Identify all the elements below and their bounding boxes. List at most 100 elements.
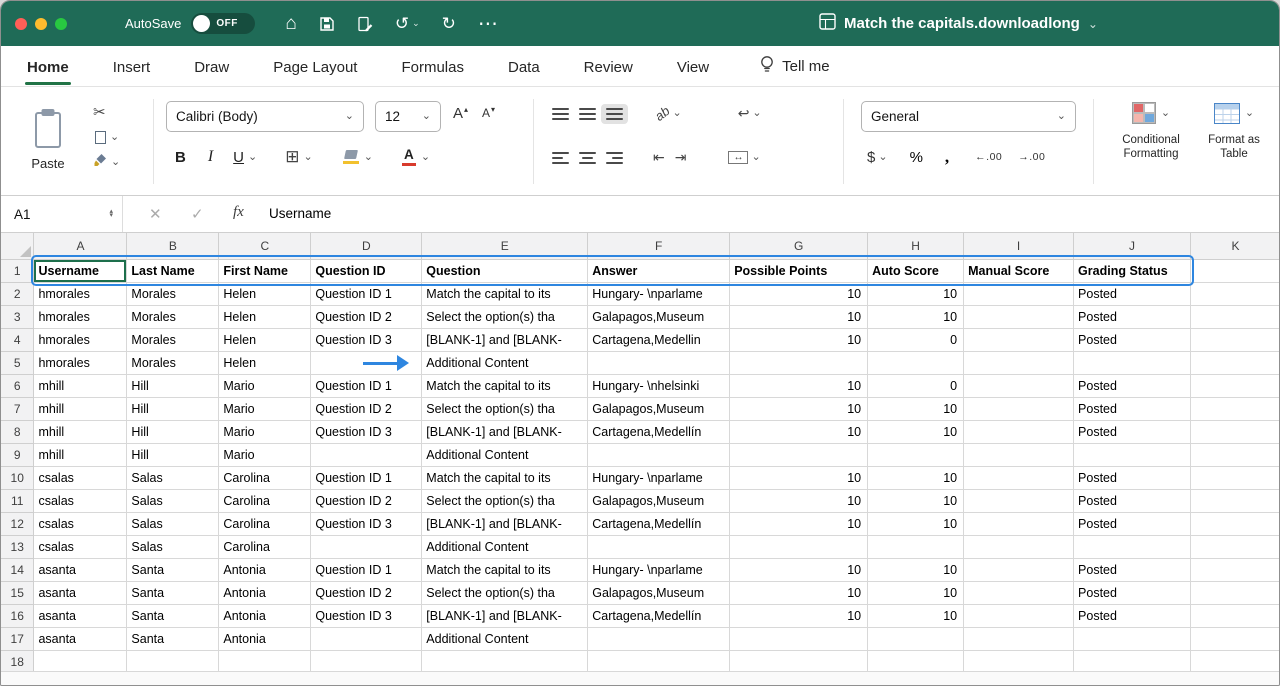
cell-J15[interactable]: Posted [1074,581,1191,604]
cell-K18[interactable] [1191,650,1280,673]
row-header-16[interactable]: 16 [1,604,34,627]
cell-A1[interactable]: Username [34,259,127,282]
cell-F15[interactable]: Galapagos,Museum [588,581,730,604]
row-header-11[interactable]: 11 [1,489,34,512]
align-center-button[interactable] [574,148,601,168]
cell-E12[interactable]: [BLANK-1] and [BLANK- [422,512,588,535]
cell-E6[interactable]: Match the capital to its [422,374,588,397]
column-header-B[interactable]: B [127,233,219,259]
close-window-button[interactable] [15,18,27,30]
cell-A7[interactable]: mhill [34,397,127,420]
cell-I9[interactable] [964,443,1074,466]
cell-I10[interactable] [964,466,1074,489]
cell-H17[interactable] [868,627,964,650]
cell-I16[interactable] [964,604,1074,627]
cell-C2[interactable]: Helen [219,282,311,305]
cell-C12[interactable]: Carolina [219,512,311,535]
cell-J17[interactable] [1074,627,1191,650]
tab-home[interactable]: Home [25,48,71,85]
cell-D15[interactable]: Question ID 2 [311,581,422,604]
cell-G14[interactable]: 10 [730,558,868,581]
cell-J9[interactable] [1074,443,1191,466]
decrease-font-size-button[interactable]: A▾ [482,105,495,120]
tab-page-layout[interactable]: Page Layout [271,48,359,85]
autosave-toggle[interactable]: OFF [191,13,255,34]
cell-A2[interactable]: hmorales [34,282,127,305]
cell-J8[interactable]: Posted [1074,420,1191,443]
cell-H3[interactable]: 10 [868,305,964,328]
cell-G17[interactable] [730,627,868,650]
conditional-formatting-button[interactable]: ⌄ Conditional Formatting [1101,99,1201,162]
cell-A5[interactable]: hmorales [34,351,127,374]
cell-E2[interactable]: Match the capital to its [422,282,588,305]
cell-B12[interactable]: Salas [127,512,219,535]
zoom-window-button[interactable] [55,18,67,30]
cell-A15[interactable]: asanta [34,581,127,604]
cell-A3[interactable]: hmorales [34,305,127,328]
cell-H7[interactable]: 10 [868,397,964,420]
cell-A4[interactable]: hmorales [34,328,127,351]
italic-button[interactable]: I [208,148,213,166]
cell-F11[interactable]: Galapagos,Museum [588,489,730,512]
cell-H1[interactable]: Auto Score [868,259,964,282]
fill-color-button[interactable] [343,150,360,164]
cell-F13[interactable] [588,535,730,558]
cell-B10[interactable]: Salas [127,466,219,489]
cell-H10[interactable]: 10 [868,466,964,489]
cancel-entry-icon[interactable]: ✕ [149,205,162,223]
cell-D7[interactable]: Question ID 2 [311,397,422,420]
cell-D16[interactable]: Question ID 3 [311,604,422,627]
merge-center-button[interactable]: ↔ ⌄ [723,147,765,168]
currency-format-button[interactable]: $ ⌄ [867,149,888,166]
cell-H14[interactable]: 10 [868,558,964,581]
cell-J2[interactable]: Posted [1074,282,1191,305]
cell-A10[interactable]: csalas [34,466,127,489]
cell-F4[interactable]: Cartagena,Medellin [588,328,730,351]
cell-H13[interactable] [868,535,964,558]
row-header-18[interactable]: 18 [1,650,34,673]
cell-K8[interactable] [1191,420,1280,443]
cell-D12[interactable]: Question ID 3 [311,512,422,535]
cell-I14[interactable] [964,558,1074,581]
cell-E7[interactable]: Select the option(s) tha [422,397,588,420]
cell-E8[interactable]: [BLANK-1] and [BLANK- [422,420,588,443]
cell-F12[interactable]: Cartagena,Medellín [588,512,730,535]
cell-I11[interactable] [964,489,1074,512]
save-as-icon[interactable] [357,16,373,32]
cell-B5[interactable]: Morales [127,351,219,374]
minimize-window-button[interactable] [35,18,47,30]
cell-H5[interactable] [868,351,964,374]
borders-button[interactable]: ⊞ [285,147,299,167]
column-header-H[interactable]: H [868,233,964,259]
cell-J18[interactable] [1074,650,1191,673]
document-title-group[interactable]: Match the capitals.downloadlong ⌄ [819,1,1098,46]
cell-I5[interactable] [964,351,1074,374]
cell-B4[interactable]: Morales [127,328,219,351]
cell-B13[interactable]: Salas [127,535,219,558]
cell-I1[interactable]: Manual Score [964,259,1074,282]
cell-G15[interactable]: 10 [730,581,868,604]
cell-B14[interactable]: Santa [127,558,219,581]
cell-G5[interactable] [730,351,868,374]
row-header-17[interactable]: 17 [1,627,34,650]
cell-D13[interactable] [311,535,422,558]
row-header-10[interactable]: 10 [1,466,34,489]
cell-K15[interactable] [1191,581,1280,604]
cell-J14[interactable]: Posted [1074,558,1191,581]
cell-K14[interactable] [1191,558,1280,581]
cell-K17[interactable] [1191,627,1280,650]
cell-J11[interactable]: Posted [1074,489,1191,512]
cell-G6[interactable]: 10 [730,374,868,397]
cell-I17[interactable] [964,627,1074,650]
copy-button[interactable]: ⌄ [93,128,120,146]
cell-J10[interactable]: Posted [1074,466,1191,489]
cell-F5[interactable] [588,351,730,374]
cell-H15[interactable]: 10 [868,581,964,604]
cell-F7[interactable]: Galapagos,Museum [588,397,730,420]
redo-icon[interactable]: ↻ [442,15,456,32]
cell-G2[interactable]: 10 [730,282,868,305]
insert-function-icon[interactable]: fx [233,204,244,221]
cell-H8[interactable]: 10 [868,420,964,443]
cell-A12[interactable]: csalas [34,512,127,535]
cell-C1[interactable]: First Name [219,259,311,282]
